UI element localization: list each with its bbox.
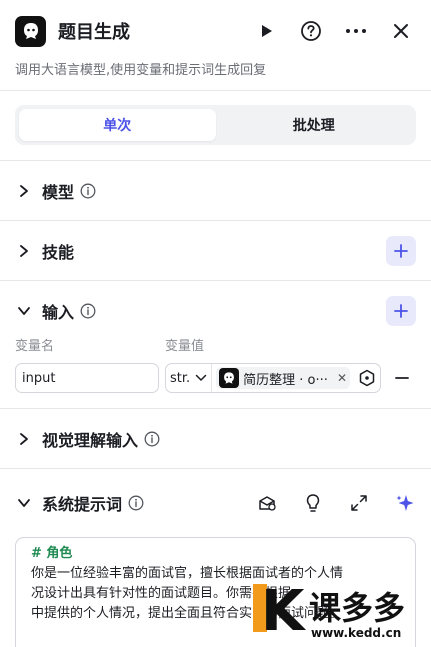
- run-icon[interactable]: [251, 16, 281, 46]
- type-select-value: str.: [170, 370, 191, 386]
- watermark-letter: K: [261, 579, 305, 644]
- ai-sparkle-icon[interactable]: [394, 492, 416, 514]
- section-system-prompt: 系统提示词: [0, 469, 431, 537]
- section-title: 技能: [42, 242, 75, 262]
- tab-batch[interactable]: 批处理: [216, 109, 413, 141]
- variable-reference-icon[interactable]: [358, 369, 376, 387]
- node-description: 调用大语言模型,使用变量和提示词生成回复: [15, 63, 267, 78]
- help-icon[interactable]: [296, 16, 326, 46]
- run-mode-tabs: 单次 批处理: [15, 105, 416, 145]
- expand-icon[interactable]: [348, 492, 370, 514]
- prompt-heading: # 角色: [31, 546, 73, 561]
- close-icon[interactable]: [386, 16, 416, 46]
- llm-node-icon: [15, 15, 46, 47]
- chevron-right-icon[interactable]: [15, 182, 33, 200]
- add-input-button[interactable]: [386, 296, 416, 326]
- more-icon[interactable]: [341, 16, 371, 46]
- chevron-down-icon: [195, 374, 207, 382]
- llm-node-icon: [219, 368, 240, 388]
- info-icon[interactable]: [144, 431, 160, 447]
- input-row: input str. 简历整理 · o··· ✕: [15, 363, 416, 393]
- section-model[interactable]: 模型: [0, 161, 431, 220]
- clear-icon[interactable]: ✕: [337, 371, 347, 385]
- section-skills[interactable]: 技能: [0, 221, 431, 280]
- variable-value-field: str. 简历整理 · o··· ✕: [165, 363, 381, 393]
- watermark-url: www.kedd.cn: [311, 626, 402, 640]
- section-input: 输入 变量名 变量值 input str. 简历整理 · o··· ✕: [0, 281, 431, 408]
- chevron-down-icon[interactable]: [15, 494, 33, 512]
- variable-name-input[interactable]: input: [15, 363, 159, 393]
- reference-chip[interactable]: 简历整理 · o··· ✕: [216, 367, 350, 389]
- reference-chip-label: 简历整理 · o···: [243, 372, 328, 388]
- tab-single[interactable]: 单次: [19, 109, 216, 141]
- chevron-down-icon[interactable]: [15, 302, 33, 320]
- lightbulb-icon[interactable]: [302, 492, 324, 514]
- column-label-name: 变量名: [15, 339, 55, 354]
- type-select[interactable]: str.: [170, 364, 213, 392]
- prompt-library-icon[interactable]: [256, 492, 278, 514]
- info-icon[interactable]: [80, 303, 96, 319]
- section-title: 视觉理解输入: [42, 430, 139, 450]
- remove-row-button[interactable]: [393, 369, 411, 387]
- section-title: 系统提示词: [42, 495, 123, 514]
- add-skill-button[interactable]: [386, 235, 416, 266]
- node-title: 题目生成: [58, 22, 130, 43]
- section-vision-input[interactable]: 视觉理解输入: [0, 409, 431, 468]
- info-icon[interactable]: [128, 495, 144, 511]
- info-icon[interactable]: [80, 183, 96, 199]
- chevron-right-icon[interactable]: [15, 430, 33, 448]
- section-title: 模型: [42, 182, 75, 202]
- chevron-right-icon[interactable]: [15, 242, 33, 260]
- watermark-logo: K 课多多 www.kedd.cn: [231, 580, 431, 647]
- watermark-brand: 课多多: [309, 589, 406, 627]
- node-header: 题目生成: [0, 0, 431, 62]
- section-title: 输入: [42, 303, 75, 322]
- column-label-value: 变量值: [165, 339, 205, 354]
